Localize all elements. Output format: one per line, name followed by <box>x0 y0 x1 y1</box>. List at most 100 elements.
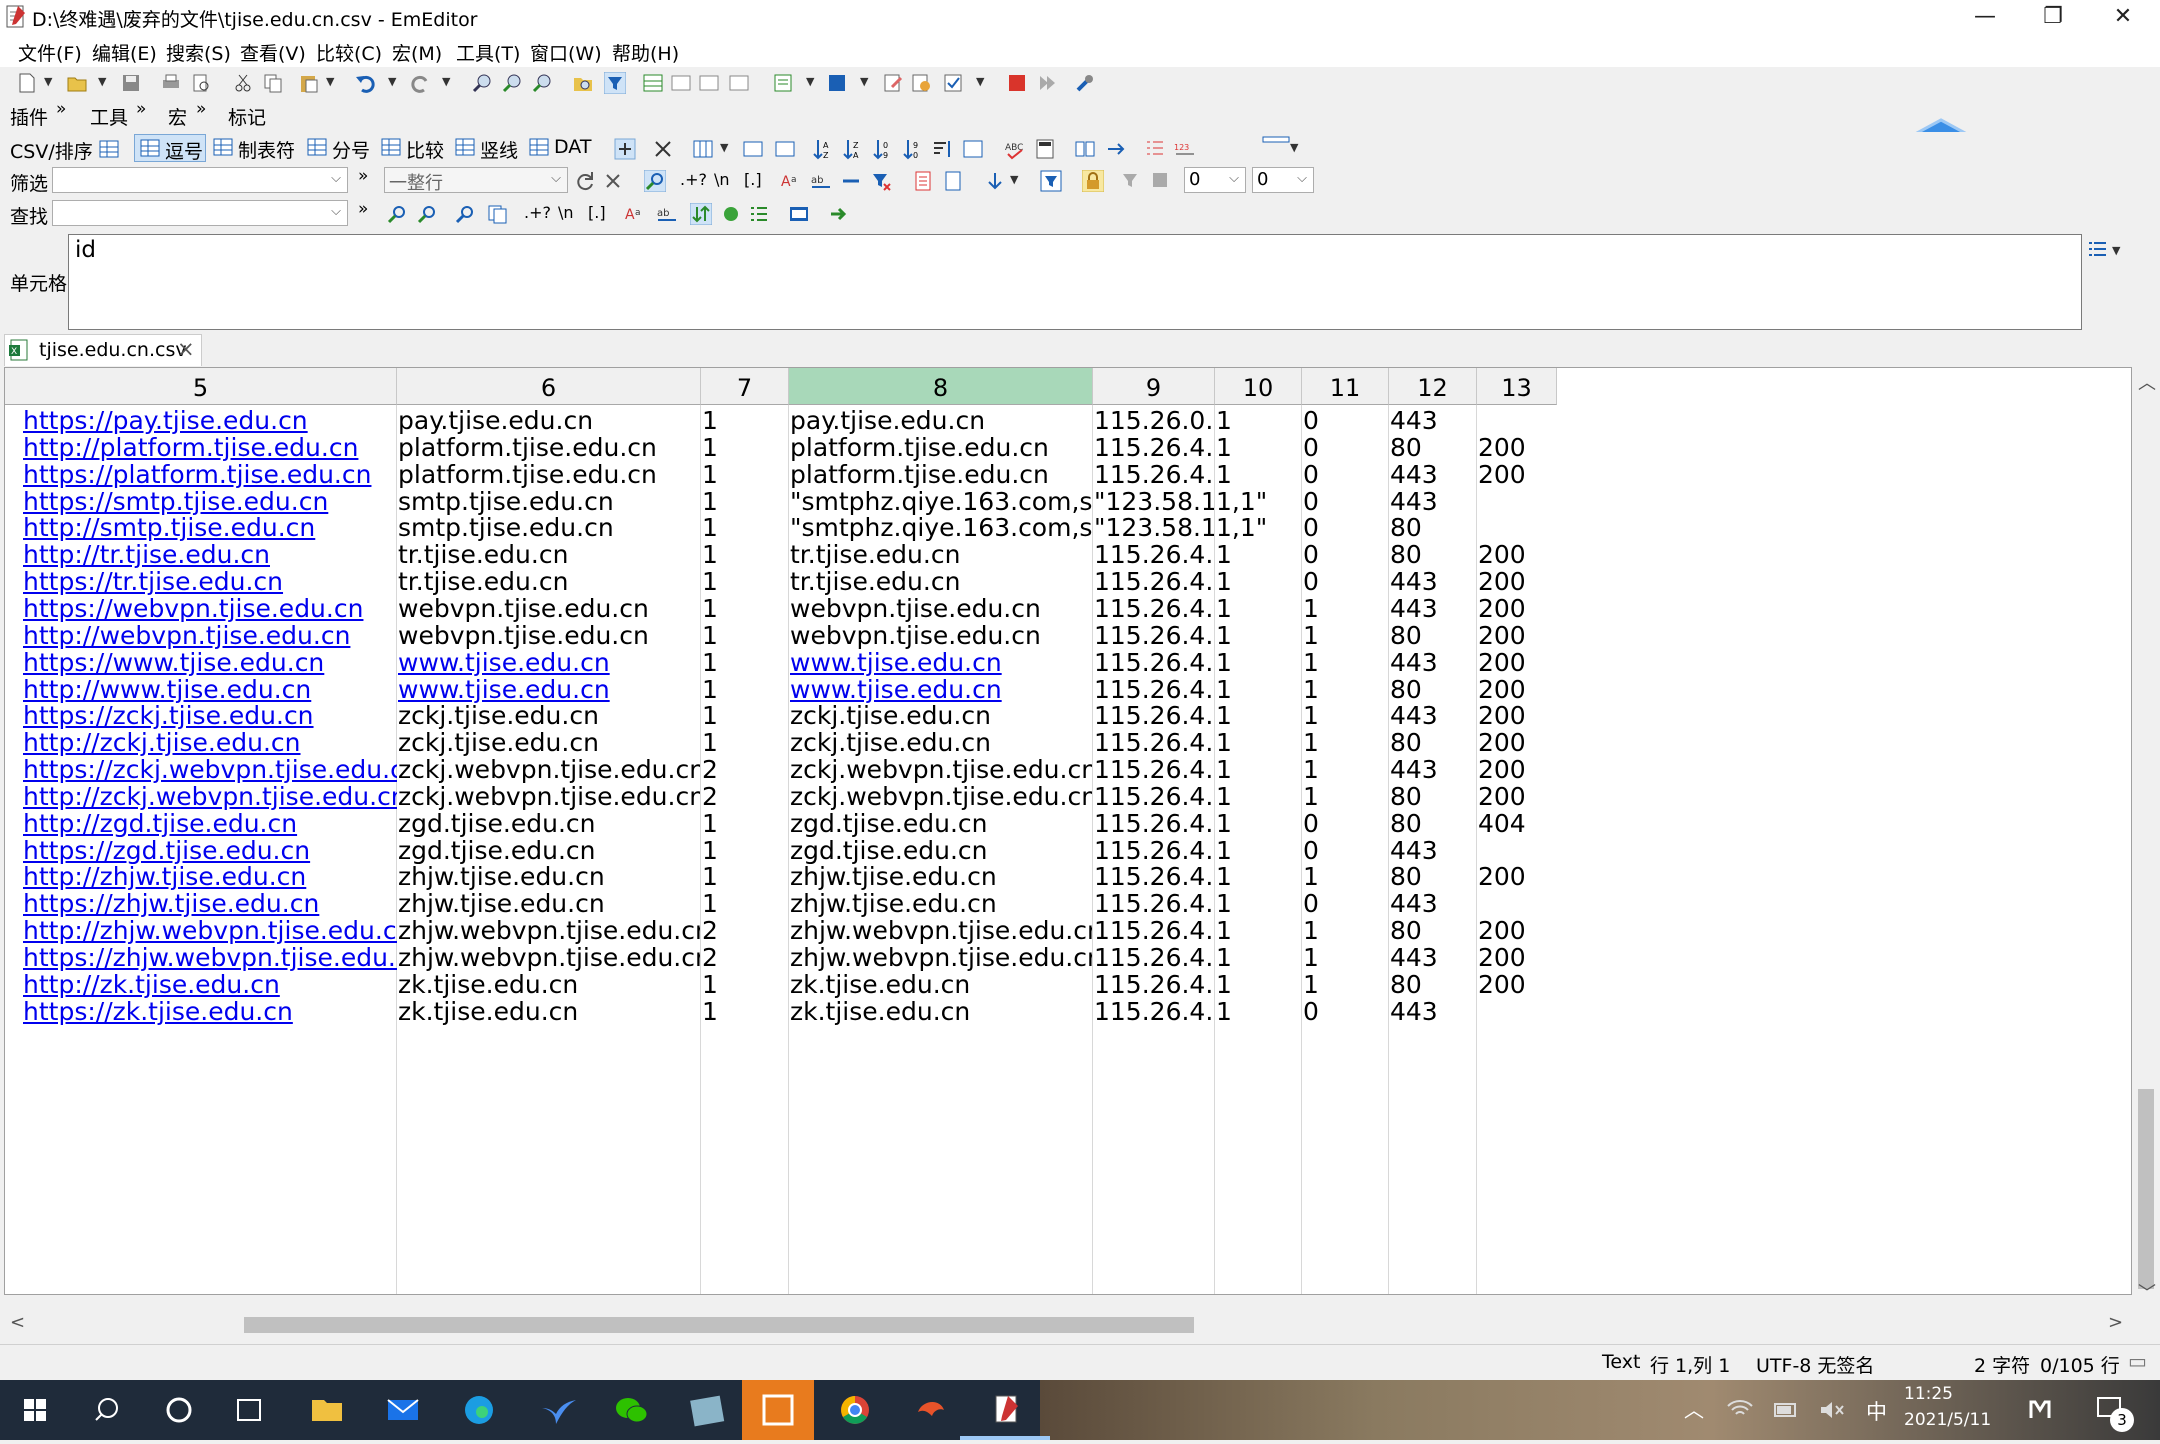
cell-value-input[interactable]: id <box>68 234 2082 330</box>
find-bookmark-icon[interactable] <box>720 203 742 225</box>
network-icon[interactable] <box>1726 1398 1754 1422</box>
column-header-13[interactable]: 13 <box>1477 368 1557 405</box>
column-header-10[interactable]: 10 <box>1215 368 1302 405</box>
find-input[interactable]: ⌵ <box>52 200 348 226</box>
find-more-chevron-icon[interactable]: » <box>358 199 368 219</box>
sort-options-icon[interactable] <box>962 138 984 160</box>
chevron-down-icon[interactable]: ⌵ <box>331 204 341 219</box>
scroll-down-icon[interactable]: ﹀ <box>2138 1279 2156 1305</box>
insert-column-icon[interactable] <box>742 138 764 160</box>
match-word-icon[interactable]: ab <box>810 170 832 192</box>
toolbar-options-icon[interactable] <box>1262 134 1290 156</box>
stop-recording-icon[interactable] <box>1006 72 1028 94</box>
scroll-left-icon[interactable]: < <box>10 1312 25 1333</box>
volume-muted-icon[interactable] <box>1818 1398 1846 1422</box>
status-mode[interactable]: Text <box>1602 1351 1640 1373</box>
dat-mode-button[interactable]: DAT <box>528 134 598 162</box>
table-cell[interactable]: 115.26.4.168 <box>1094 993 1214 1030</box>
sort-ascending-icon[interactable]: AZ <box>812 138 834 160</box>
split-view-icon[interactable] <box>1074 138 1096 160</box>
table-cell[interactable] <box>1478 993 1558 1030</box>
scroll-right-icon[interactable]: > <box>2108 1312 2123 1333</box>
column-header-9[interactable]: 9 <box>1093 368 1215 405</box>
redo-icon[interactable] <box>410 72 432 94</box>
horizontal-scrollbar[interactable]: < > <box>0 1310 2132 1340</box>
filter-options-icon[interactable] <box>1040 170 1062 192</box>
vertical-scroll-thumb[interactable] <box>2138 1089 2154 1289</box>
filter-toggle-icon[interactable] <box>604 72 626 94</box>
table-cell[interactable]: 1 <box>702 993 788 1030</box>
burp-app-icon[interactable] <box>896 1380 966 1440</box>
ruler-icon[interactable]: 123 <box>1174 138 1196 160</box>
chevron-down-icon[interactable]: ⌵ <box>1229 171 1239 186</box>
ime-indicator[interactable]: 中 <box>1866 1396 1887 1426</box>
undo-dropdown-icon[interactable]: ▼ <box>388 75 396 88</box>
taskbar-search-icon[interactable] <box>74 1380 144 1440</box>
table-cell[interactable]: 443 <box>1390 993 1476 1030</box>
whole-word-icon[interactable]: [.] <box>744 170 762 189</box>
paste-icon[interactable] <box>298 72 320 94</box>
tab-close-icon[interactable]: × <box>177 337 195 361</box>
filter-more-chevron-icon[interactable]: » <box>358 166 368 186</box>
run-macro-icon[interactable] <box>1036 72 1058 94</box>
customize-icon[interactable] <box>1074 72 1096 94</box>
horizontal-scroll-thumb[interactable] <box>244 1317 1194 1333</box>
find-escape-icon[interactable]: \n <box>558 203 574 222</box>
column-select-icon[interactable] <box>692 138 714 160</box>
mail-icon[interactable] <box>368 1380 438 1440</box>
find-icon[interactable] <box>472 72 494 94</box>
menu-search[interactable]: 搜索(S) <box>166 39 231 66</box>
table-cell[interactable]: zk.tjise.edu.cn <box>790 993 1092 1030</box>
find-match-word-icon[interactable]: ab <box>656 203 678 225</box>
find-next-search-icon[interactable] <box>416 203 438 225</box>
csv-grid[interactable]: 5 6 7 8 9 10 11 12 13 https://pay.tjise.edu.cn pay… <box>4 367 2132 1295</box>
windows-start-icon[interactable] <box>0 1380 70 1440</box>
menu-help[interactable]: 帮助(H) <box>612 39 679 66</box>
feishu-bird-icon[interactable] <box>520 1380 590 1440</box>
find-output-icon[interactable] <box>788 203 810 225</box>
find-regex-icon[interactable]: .+? <box>524 203 551 222</box>
file-explorer-icon[interactable] <box>292 1380 362 1440</box>
macros-chevron-icon[interactable]: » <box>196 99 206 119</box>
calculator-icon[interactable] <box>1034 138 1056 160</box>
wechat-icon[interactable] <box>596 1380 666 1440</box>
csv-mode-icon[interactable] <box>642 72 664 94</box>
sort-number-desc-icon[interactable]: 90 <box>902 138 924 160</box>
wrap-icon[interactable] <box>670 72 692 94</box>
escape-seq-icon[interactable]: \n <box>714 170 730 189</box>
encoding-dropdown-icon[interactable]: ▼ <box>806 75 814 88</box>
search-all-docs-icon[interactable] <box>486 203 508 225</box>
cut-icon[interactable] <box>232 72 254 94</box>
marker-dropdown-icon[interactable]: ▼ <box>860 75 868 88</box>
pipe-mode-button[interactable]: 竖线 <box>454 134 520 162</box>
column-header-5[interactable]: 5 <box>5 368 397 405</box>
lock-icon[interactable] <box>1082 170 1104 192</box>
find-wrap-icon[interactable] <box>690 203 712 225</box>
scroll-up-icon[interactable]: ︿ <box>2138 369 2156 395</box>
macro-run-icon[interactable] <box>910 72 932 94</box>
cell-editor-dropdown-icon[interactable]: ▼ <box>2112 244 2120 257</box>
clear-all-filters-icon[interactable] <box>870 170 892 192</box>
status-encoding[interactable]: UTF-8 无签名 <box>1756 1351 1874 1378</box>
column-header-6[interactable]: 6 <box>397 368 701 405</box>
chevron-down-icon[interactable]: ⌵ <box>1297 171 1307 186</box>
chevron-down-icon[interactable]: ⌵ <box>331 171 341 186</box>
sync-scroll-icon[interactable] <box>1104 138 1126 160</box>
filter-scope-select[interactable]: 一整行 ⌵ <box>384 167 568 194</box>
filter-find-icon[interactable] <box>644 170 666 192</box>
taskbar-date[interactable]: 2021/5/11 <box>1904 1410 1991 1430</box>
cortana-icon[interactable] <box>144 1380 214 1440</box>
find-go-icon[interactable] <box>828 203 850 225</box>
menu-tools[interactable]: 工具(T) <box>456 39 520 66</box>
open-dropdown-icon[interactable]: ▼ <box>98 75 106 88</box>
tools-label[interactable]: 工具 <box>90 103 128 130</box>
taskbar-time[interactable]: 11:25 <box>1904 1384 1953 1404</box>
menu-view[interactable]: 查看(V) <box>240 39 306 66</box>
column-header-7[interactable]: 7 <box>701 368 789 405</box>
minus-icon[interactable] <box>840 170 862 192</box>
filter-add-icon[interactable] <box>1120 170 1142 192</box>
new-file-icon[interactable] <box>16 72 38 94</box>
column-header-12[interactable]: 12 <box>1389 368 1477 405</box>
wrap-window-icon[interactable] <box>698 72 720 94</box>
restore-button[interactable]: ❐ <box>2022 0 2084 35</box>
